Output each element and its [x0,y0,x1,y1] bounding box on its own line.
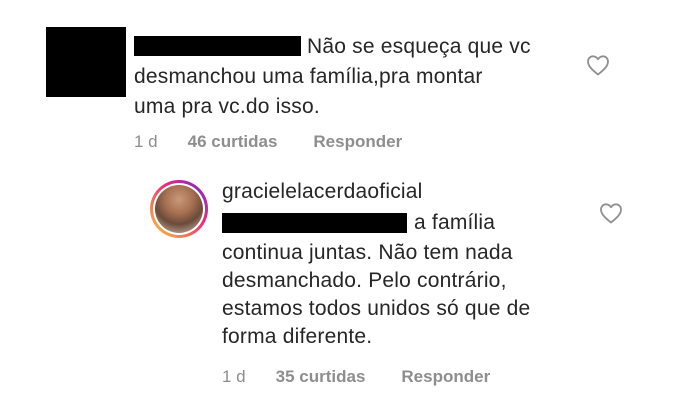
redacted-mention [222,213,407,233]
comment-1-reply-button[interactable]: Responder [313,132,402,152]
comment-2-text-line-2: continua juntas. Não tem nada [222,241,513,264]
redacted-avatar [46,27,126,97]
heart-outline-icon[interactable] [599,202,623,224]
comment-2-text-line-5: forma diferente. [222,325,373,348]
comment-2-text-line-1: a família [414,211,496,234]
comment-1-text-line-2: desmanchou uma família,pra montar [134,65,483,88]
heart-outline-icon[interactable] [586,54,610,76]
comments-thread: Não se esqueça que vc desmanchou uma fam… [0,0,680,420]
comment-2-meta: 1 d 35 curtidas Responder [222,367,490,387]
comment-2-reply-button[interactable]: Responder [401,367,490,387]
comment-2-time: 1 d [222,367,246,386]
comment-2-likes[interactable]: 35 curtidas [276,367,366,387]
comment-1-time: 1 d [134,132,158,151]
avatar-photo [155,185,203,233]
comment-2-text-line-4: estamos todos unidos só que de [222,297,531,320]
comment-2-text-line-3: desmanchado. Pelo contrário, [222,269,507,292]
comment-2-username[interactable]: gracielelacerdaoficial [222,180,423,204]
comment-1-meta: 1 d 46 curtidas Responder [134,132,402,152]
redacted-username [134,36,301,56]
comment-1-text-line-1: Não se esqueça que vc [307,35,531,58]
avatar-frame [153,183,205,235]
comment-1-likes[interactable]: 46 curtidas [188,132,278,152]
comment-1-text-line-3: uma pra vc.do isso. [134,95,320,118]
avatar[interactable] [150,180,208,238]
